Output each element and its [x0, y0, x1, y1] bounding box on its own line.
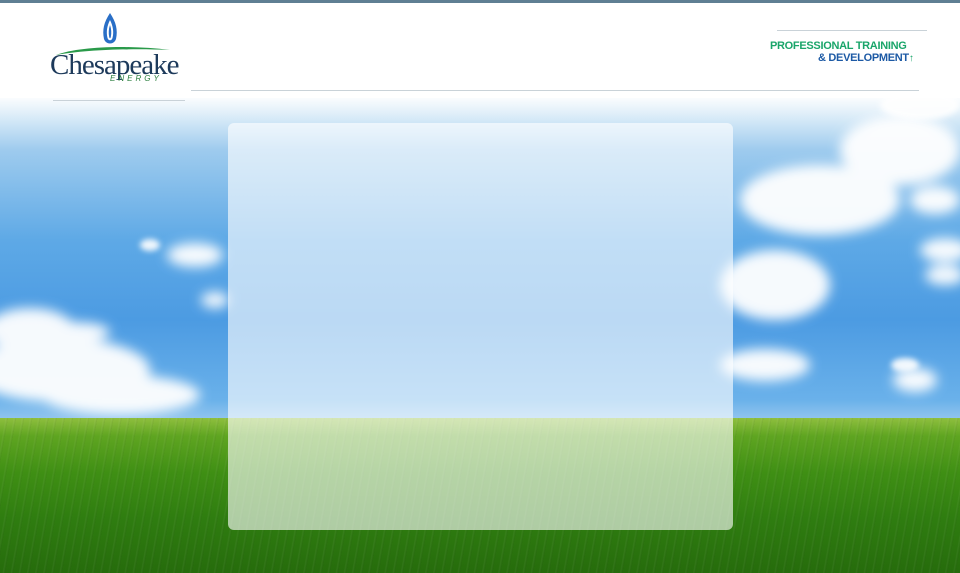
header-divider: [191, 90, 919, 91]
brand-divider: [777, 30, 927, 31]
logo-subtitle: ENERGY: [110, 74, 162, 83]
up-arrow-icon: ↑: [908, 53, 914, 64]
flame-icon: [103, 13, 117, 44]
brand-line-2-text: & DEVELOPMENT: [818, 52, 909, 64]
content-panel: [228, 123, 733, 530]
brand-line-2: & DEVELOPMENT↑: [770, 52, 930, 65]
brand-line-1: PROFESSIONAL TRAINING: [770, 40, 907, 52]
logo-divider: [53, 100, 185, 101]
program-brand: PROFESSIONAL TRAINING & DEVELOPMENT↑: [770, 40, 930, 65]
chesapeake-logo[interactable]: Chesapeake ENERGY: [50, 13, 179, 90]
top-rule: [0, 0, 960, 3]
